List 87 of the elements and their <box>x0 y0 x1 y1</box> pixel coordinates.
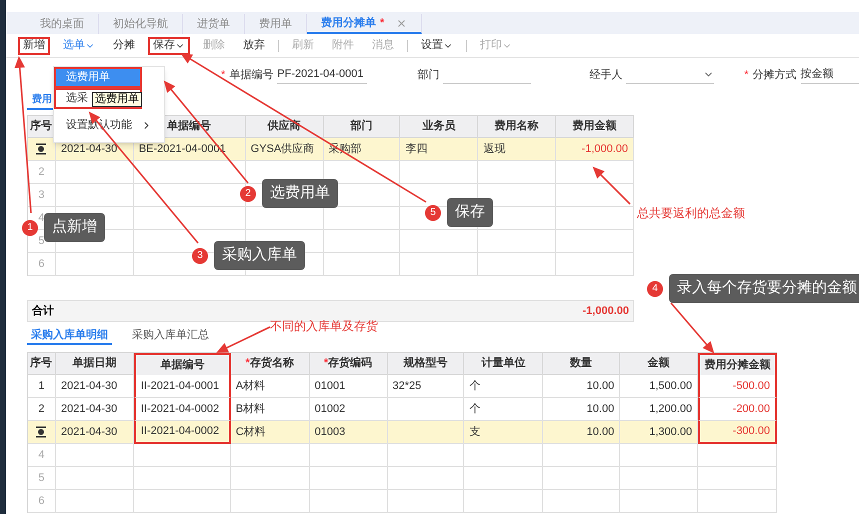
unsaved-mark: * <box>380 16 384 31</box>
table-row[interactable]: 2021-04-30 II-2021-04-0002 C材料 01003 支 10.00 1,300.00 -300.00 <box>28 421 777 444</box>
annotation-note: 不同的入库单及存货 <box>270 318 378 335</box>
callout-label: 采购入库单 <box>214 241 305 270</box>
table-cell-text: 01002 <box>314 402 346 417</box>
table-cell-text: C材料 <box>236 424 266 440</box>
table-cell-text: 1,300.00 <box>649 424 692 440</box>
table-row[interactable]: 2 <box>28 161 634 184</box>
annotation-note: 总共要返利的总金额 <box>637 205 745 222</box>
table-row[interactable]: 5 <box>28 467 777 490</box>
table-cell-text: -300.00 <box>732 424 770 440</box>
table-cell-text: GYSA供应商 <box>250 142 314 157</box>
table-cell-text: -200.00 <box>732 402 770 417</box>
total-label: 合计 <box>32 304 54 319</box>
table-row[interactable]: 2 2021-04-30 II-2021-04-0002 B材料 01002 个 10.00 1,200.00 -200.00 <box>28 398 777 421</box>
document-tab[interactable]: 进货单 <box>183 14 245 34</box>
table-cell-text: 个 <box>469 402 480 417</box>
row-number: 6 <box>38 256 45 272</box>
table-cell-text: B材料 <box>236 402 266 417</box>
callout-label: 选费用单 <box>262 179 338 208</box>
table-cell-text: 1,200.00 <box>649 402 692 417</box>
toolbar-button[interactable]: 新增 <box>18 36 50 54</box>
row-number: 2 <box>38 402 45 417</box>
tooltip: 选费用单 <box>92 92 142 107</box>
step-number-badge: 1 <box>22 220 38 236</box>
table-cell-text: 支 <box>469 424 480 440</box>
document-tab[interactable]: 我的桌面 <box>26 14 99 34</box>
table-row[interactable]: 4 <box>28 444 777 467</box>
table-row[interactable]: 1 2021-04-30 II-2021-04-0001 A材料 01001 32*25 个 10.00 1,500.00 -500.00 <box>28 375 777 398</box>
row-number: 6 <box>38 494 45 509</box>
row-number: 1 <box>38 378 45 394</box>
required-mark: * <box>324 357 328 372</box>
required-mark: * <box>246 357 250 372</box>
table-cell-text: 2021-04-30 <box>60 378 118 394</box>
document-tab[interactable]: 费用单 <box>245 14 307 34</box>
field-label: * 分摊方式 <box>744 68 797 83</box>
table-cell-text: 返现 <box>483 142 506 157</box>
row-edit-icon[interactable] <box>35 143 48 155</box>
table-cell-text: A材料 <box>236 378 266 394</box>
document-tab[interactable]: 初始化导航 <box>99 14 183 34</box>
row-edit-icon[interactable] <box>35 426 48 438</box>
table-cell-text: 2021-04-30 <box>60 424 118 440</box>
field-label: * 单据编号 <box>221 68 274 83</box>
table-cell-text: 32*25 <box>392 378 422 394</box>
sub-tab[interactable]: 采购入库单汇总 <box>128 327 213 345</box>
document-tab[interactable]: 费用分摊单 * <box>307 14 422 34</box>
table-cell-text: 01001 <box>314 378 346 394</box>
table-cell-text: 李四 <box>405 142 428 157</box>
annotation-arrow <box>592 166 631 205</box>
menu-item[interactable]: 选费用单 <box>54 67 142 88</box>
text-field[interactable]: PF-2021-04-0001 <box>277 66 368 84</box>
field-label: 经手人 <box>589 68 622 83</box>
step-number-badge: 4 <box>647 280 663 296</box>
close-icon[interactable] <box>396 18 408 28</box>
text-field[interactable]: 按金额 <box>800 66 859 84</box>
row-number: 2 <box>38 164 45 180</box>
table-cell-text: 个 <box>469 378 480 394</box>
row-number: 4 <box>38 210 45 226</box>
toolbar-button[interactable]: 放弃 <box>238 36 270 54</box>
row-number: 3 <box>38 188 45 203</box>
row-number: 5 <box>38 234 45 249</box>
table-cell-text: 1,500.00 <box>649 378 692 394</box>
table-cell-text: 2021-04-30 <box>60 402 118 417</box>
row-number: 4 <box>38 448 45 463</box>
table-row[interactable]: 6 <box>28 490 777 513</box>
callout-label: 保存 <box>447 198 493 227</box>
annotation-arrow <box>216 326 271 353</box>
table-cell-text: II-2021-04-0002 <box>140 424 220 440</box>
table-cell-text: 2021-04-30 <box>60 142 118 157</box>
table-cell-text: -500.00 <box>732 378 770 394</box>
toolbar-button[interactable]: 设置 <box>416 36 458 54</box>
field-label: 部门 <box>417 68 440 83</box>
table-cell-text: II-2021-04-0002 <box>140 402 220 417</box>
table-cell-text: 01003 <box>314 424 346 440</box>
annotation-arrow <box>670 302 714 354</box>
row-number: 5 <box>38 470 45 486</box>
callout-label: 点新增 <box>44 213 105 242</box>
total-amount: -1,000.00 <box>582 304 629 319</box>
toolbar-button[interactable]: 选单 <box>58 36 100 54</box>
callout-label: 录入每个存货要分摊的金额 <box>669 274 859 303</box>
sub-tab[interactable]: 采购入库单明细 <box>27 327 112 345</box>
table-cell-text: 10.00 <box>586 378 614 394</box>
toolbar-button[interactable]: 分摊 <box>108 36 140 54</box>
table-cell-text: -1,000.00 <box>582 142 628 157</box>
table-cell-text: 10.00 <box>586 424 614 440</box>
table-cell-text: 10.00 <box>586 402 614 417</box>
table-cell-text: II-2021-04-0001 <box>140 378 220 394</box>
